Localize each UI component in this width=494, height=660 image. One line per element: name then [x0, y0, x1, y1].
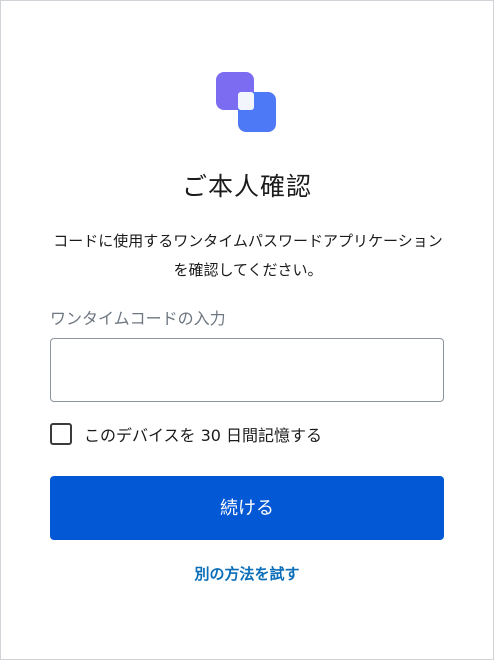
- remember-device-label[interactable]: このデバイスを 30 日間記憶する: [84, 422, 322, 446]
- page-title: ご本人確認: [181, 172, 312, 201]
- remember-device-checkbox[interactable]: [50, 423, 72, 445]
- continue-button[interactable]: 続ける: [50, 476, 444, 540]
- remember-device-row[interactable]: このデバイスを 30 日間記憶する: [50, 422, 322, 446]
- otp-field-label: ワンタイムコードの入力: [50, 309, 226, 328]
- instructions-text: コードに使用するワンタイムパスワードアプリケーションを確認してください。: [53, 232, 443, 279]
- otp-code-input[interactable]: [50, 338, 444, 402]
- brand-logo-icon: [216, 72, 278, 134]
- try-another-method-link[interactable]: 別の方法を試す: [1, 563, 493, 584]
- verification-card: ご本人確認 コードに使用するワンタイムパスワードアプリケーションを確認してくださ…: [0, 0, 494, 660]
